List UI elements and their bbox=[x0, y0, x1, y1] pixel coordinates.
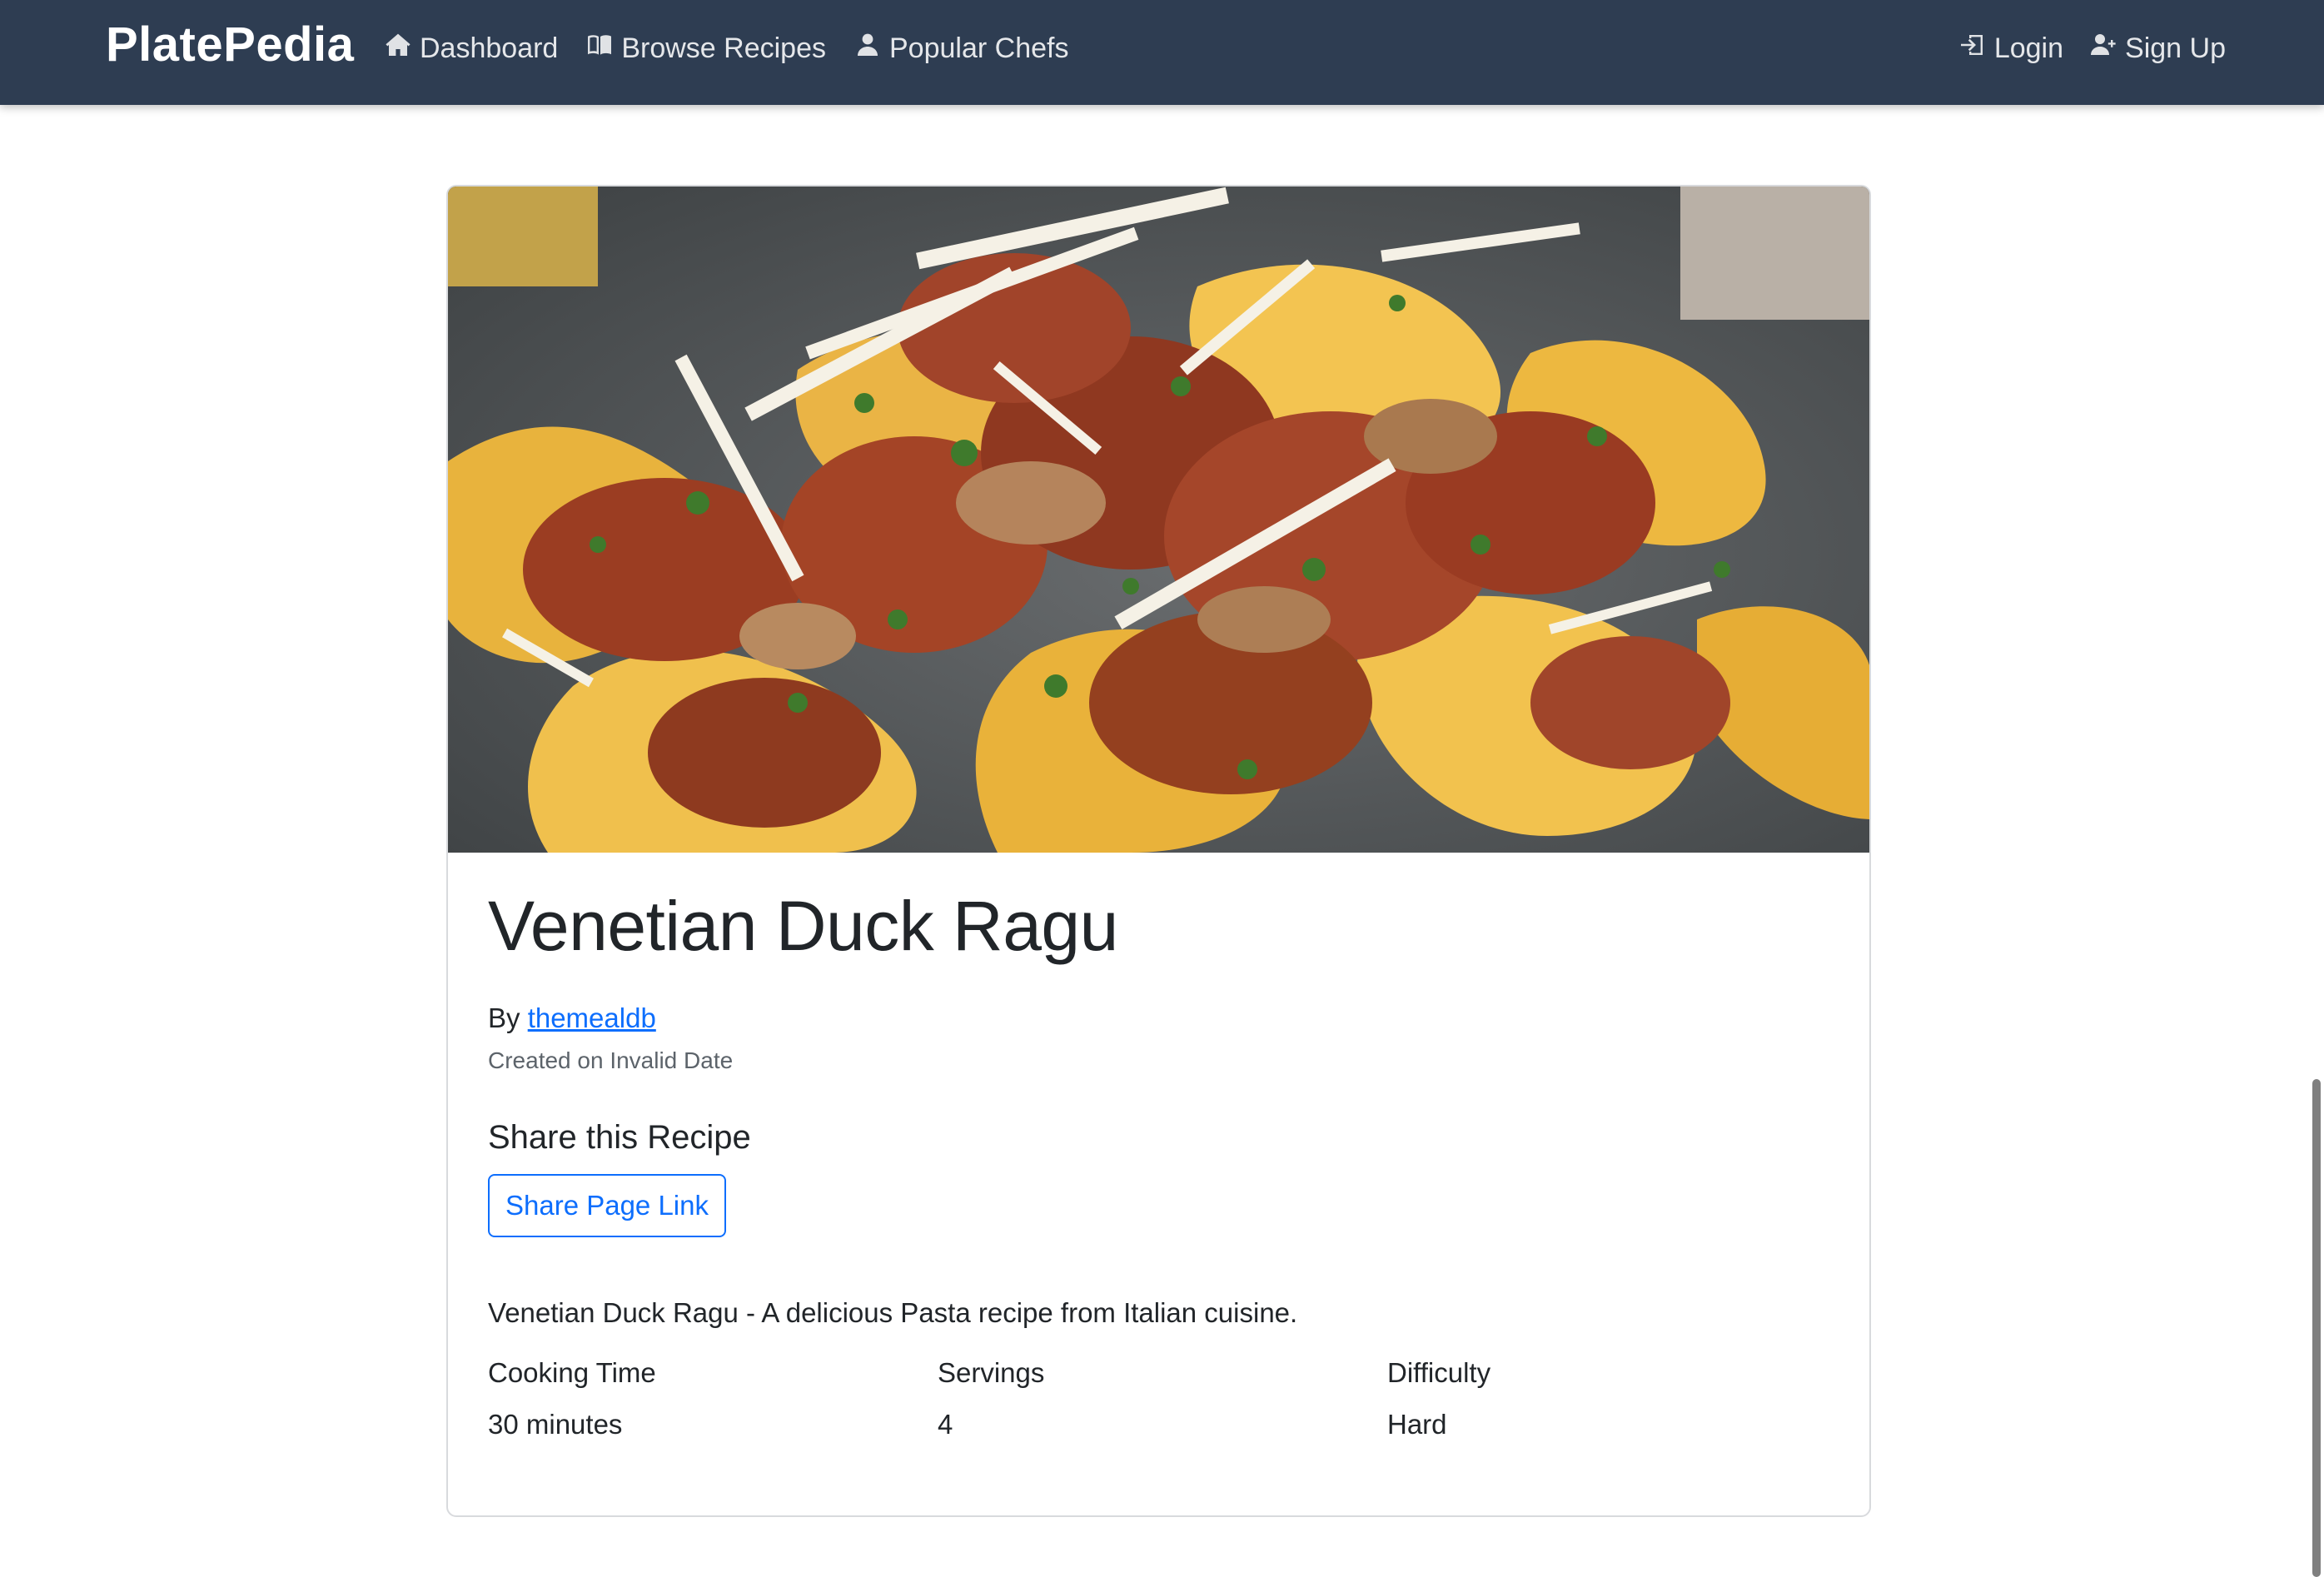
recipe-stats: Cooking Time 30 minutes Servings 4 Diffi… bbox=[488, 1357, 1837, 1440]
stat-label: Cooking Time bbox=[488, 1357, 656, 1388]
stat-value: 30 minutes bbox=[488, 1409, 623, 1440]
top-navbar: PlatePedia Dashboard Browse Recipes Popu… bbox=[0, 0, 2324, 105]
book-icon bbox=[586, 32, 613, 66]
stat-servings: Servings 4 bbox=[938, 1357, 1387, 1440]
author-link[interactable]: themealdb bbox=[528, 1002, 656, 1033]
stat-difficulty: Difficulty Hard bbox=[1387, 1357, 1837, 1440]
nav-browse-recipes[interactable]: Browse Recipes bbox=[586, 32, 826, 66]
home-icon bbox=[385, 32, 411, 66]
recipe-description: Venetian Duck Ragu - A delicious Pasta r… bbox=[488, 1297, 1298, 1328]
nav-browse-recipes-label: Browse Recipes bbox=[621, 32, 826, 64]
nav-dashboard-label: Dashboard bbox=[420, 32, 559, 64]
nav-left-group: Dashboard Browse Recipes Popular Chefs bbox=[385, 0, 1068, 97]
page-scrollbar[interactable] bbox=[2307, 105, 2324, 1577]
person-add-icon bbox=[2090, 32, 2117, 66]
nav-popular-chefs-label: Popular Chefs bbox=[889, 32, 1069, 64]
nav-login-label: Login bbox=[1993, 32, 2064, 64]
login-icon bbox=[1959, 32, 1986, 66]
nav-sign-up[interactable]: Sign Up bbox=[2090, 32, 2226, 66]
share-page-link-button[interactable]: Share Page Link bbox=[488, 1174, 726, 1237]
person-icon bbox=[854, 32, 881, 66]
stat-label: Difficulty bbox=[1387, 1357, 1491, 1388]
share-heading: Share this Recipe bbox=[488, 1119, 751, 1156]
recipe-byline: By themealdb bbox=[488, 1002, 656, 1034]
scrollbar-thumb[interactable] bbox=[2312, 1079, 2321, 1577]
nav-popular-chefs[interactable]: Popular Chefs bbox=[854, 32, 1068, 66]
recipe-image bbox=[448, 187, 1869, 853]
stat-value: 4 bbox=[938, 1409, 953, 1440]
recipe-card: Venetian Duck Ragu By themealdb Created … bbox=[446, 185, 1871, 1517]
brand-logo[interactable]: PlatePedia bbox=[106, 17, 354, 72]
nav-login[interactable]: Login bbox=[1959, 32, 2063, 66]
stat-value: Hard bbox=[1387, 1409, 1447, 1440]
nav-right-group: Login Sign Up bbox=[1959, 0, 2226, 97]
recipe-title: Venetian Duck Ragu bbox=[488, 887, 1118, 965]
nav-sign-up-label: Sign Up bbox=[2125, 32, 2226, 64]
stat-cooking-time: Cooking Time 30 minutes bbox=[488, 1357, 938, 1440]
byline-prefix: By bbox=[488, 1002, 520, 1033]
created-date: Created on Invalid Date bbox=[488, 1047, 734, 1073]
stat-label: Servings bbox=[938, 1357, 1045, 1388]
nav-dashboard[interactable]: Dashboard bbox=[385, 32, 558, 66]
